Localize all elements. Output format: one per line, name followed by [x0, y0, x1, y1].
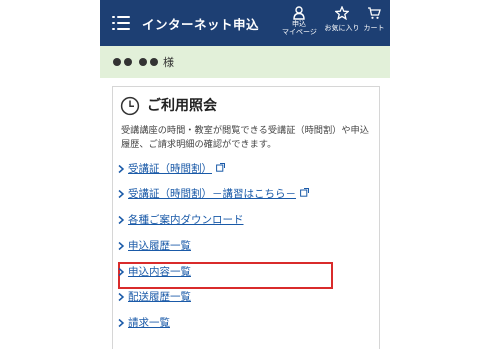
link-label[interactable]: 受講証（時間割） — [128, 161, 225, 177]
cart-icon — [368, 7, 381, 19]
link-label[interactable]: 受講証（時間割）－講習はこちら－ — [128, 186, 309, 202]
link-label[interactable]: 配送履歴一覧 — [128, 289, 191, 305]
menu-icon[interactable] — [112, 14, 130, 32]
chevron-right-icon — [118, 164, 125, 174]
chevron-right-icon — [118, 292, 125, 302]
link-label[interactable]: 請求一覧 — [128, 315, 170, 331]
app-title: インターネット申込 — [142, 17, 260, 32]
chevron-right-icon — [118, 215, 125, 225]
chevron-right-icon — [118, 318, 125, 328]
chevron-right-icon — [118, 189, 125, 199]
mobile-frame: インターネット申込 申込 マイページ お気に入り カート 様 ご利用照会 受講講… — [100, 0, 390, 349]
mypage-label-2: マイページ — [282, 28, 317, 36]
favorites-label: お気に入り — [324, 24, 360, 32]
favorites-button[interactable]: お気に入り — [322, 6, 362, 42]
usage-inquiry-card: ご利用照会 受講講座の時間・教室が閲覧できる受講証（時間割）や申込履歴、ご請求明… — [112, 86, 380, 349]
cart-label: カート — [363, 24, 385, 32]
user-icon — [293, 6, 305, 20]
card-description: 受講講座の時間・教室が閲覧できる受講証（時間割）や申込履歴、ご請求明細の確認がで… — [121, 125, 369, 150]
link-label[interactable]: 申込履歴一覧 — [128, 238, 191, 254]
star-icon — [335, 6, 349, 20]
chevron-right-icon — [118, 241, 125, 251]
app-header: インターネット申込 申込 マイページ お気に入り カート — [100, 0, 390, 46]
chevron-right-icon — [118, 267, 125, 277]
honorific-label: 様 — [163, 56, 174, 69]
card-title: ご利用照会 — [147, 98, 217, 114]
mypage-button[interactable]: 申込 マイページ — [282, 6, 317, 42]
cart-button[interactable]: カート — [362, 6, 386, 42]
user-greeting: 様 — [100, 46, 390, 78]
clock-icon — [120, 96, 140, 116]
external-link-icon — [300, 188, 309, 197]
link-label[interactable]: 各種ご案内ダウンロード — [128, 212, 244, 228]
mypage-label-1: 申込 — [292, 20, 306, 28]
external-link-icon — [216, 163, 225, 172]
link-label[interactable]: 申込内容一覧 — [128, 264, 191, 280]
